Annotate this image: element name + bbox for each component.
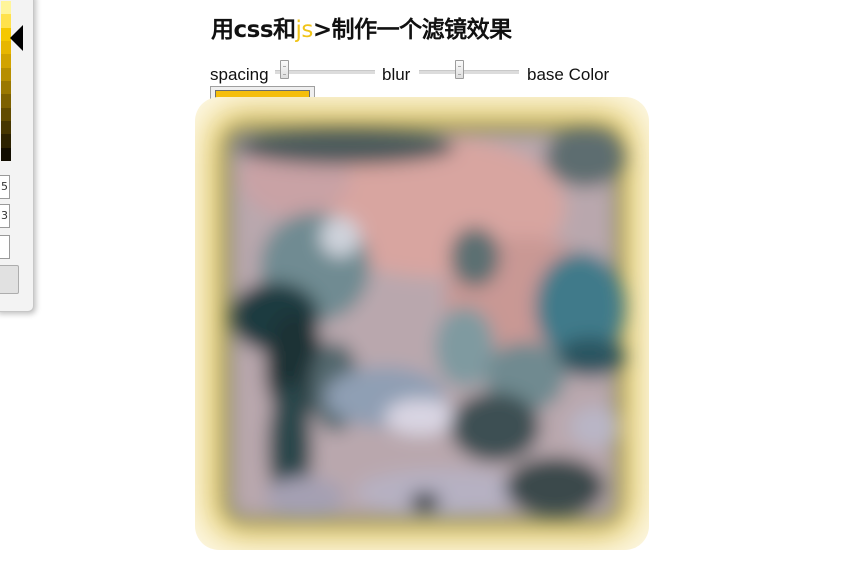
filtered-image bbox=[195, 97, 649, 550]
spacing-label: spacing bbox=[210, 65, 269, 84]
blur-slider-track bbox=[419, 70, 519, 74]
spacing-slider[interactable] bbox=[275, 60, 375, 79]
picker-ok-button[interactable] bbox=[0, 265, 19, 294]
picker-field-1[interactable]: 5 bbox=[0, 175, 10, 199]
spacing-slider-thumb[interactable] bbox=[280, 60, 289, 79]
title-pre: 用css和 bbox=[211, 17, 296, 43]
spacing-slider-track bbox=[275, 70, 375, 74]
picker-field-3[interactable] bbox=[0, 235, 10, 259]
blur-slider-thumb[interactable] bbox=[455, 60, 464, 79]
title-accent: js bbox=[295, 17, 314, 43]
blur-label: blur bbox=[382, 65, 411, 84]
page-title: 用css和js>制作一个滤镜效果 bbox=[211, 10, 512, 44]
filter-result-image bbox=[195, 97, 649, 550]
blur-slider[interactable] bbox=[419, 60, 519, 79]
base-color-label: base Color bbox=[527, 65, 610, 84]
picker-pointer-icon[interactable] bbox=[10, 25, 23, 51]
picker-field-2[interactable]: 3 bbox=[0, 204, 10, 228]
color-picker-popup: 5 3 bbox=[0, 0, 34, 312]
title-post: >制作一个滤镜效果 bbox=[312, 17, 512, 43]
